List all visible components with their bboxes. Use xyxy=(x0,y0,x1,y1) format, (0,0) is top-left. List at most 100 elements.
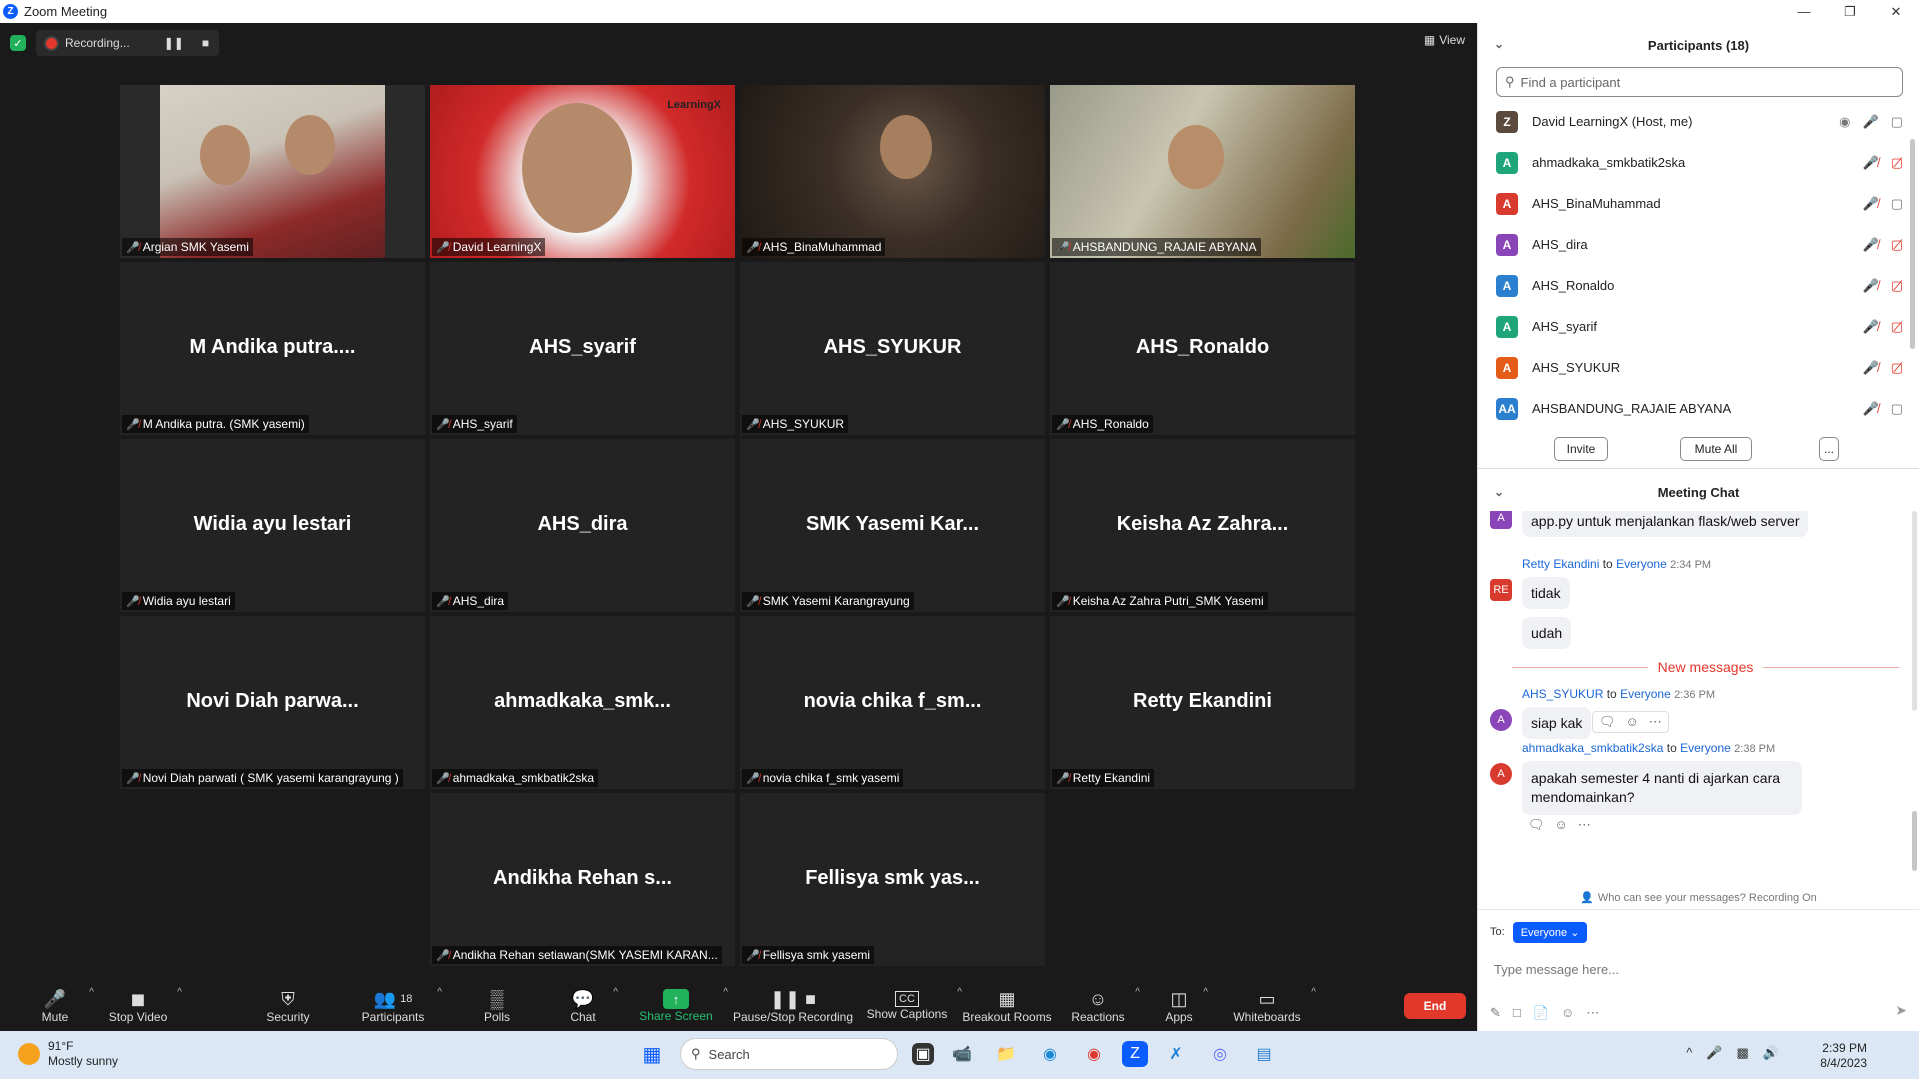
mic-muted-icon[interactable]: 🎤̸ xyxy=(1863,278,1879,294)
video-tile[interactable]: 🎤̸ Argian SMK Yasemi xyxy=(120,85,425,258)
share-screen-button[interactable]: ↑ Share Screen ^ xyxy=(638,981,728,1031)
mute-options-caret-icon[interactable]: ^ xyxy=(89,987,94,998)
maximize-icon[interactable]: ❐ xyxy=(1827,0,1873,23)
message-target[interactable]: Everyone xyxy=(1620,687,1671,701)
participant-row[interactable]: Z David LearningX (Host, me) ◉ 🎤 ▢ xyxy=(1496,101,1909,142)
network-icon[interactable]: ▩ xyxy=(1737,1045,1749,1061)
video-tile[interactable]: Novi Diah parwa... 🎤̸ Novi Diah parwati ( … xyxy=(120,616,425,789)
participant-row[interactable]: Aahmadkaka_smkbatik2ska 🎤̸ ▢̸ xyxy=(1496,142,1909,183)
share-options-caret-icon[interactable]: ^ xyxy=(723,987,728,998)
reactions-button[interactable]: ☺ Reactions ^ xyxy=(1070,981,1140,1031)
polls-button[interactable]: ▒ Polls xyxy=(476,981,518,1031)
video-tile[interactable]: SMK Yasemi Kar... 🎤̸ SMK Yasemi Karangrayu… xyxy=(740,439,1045,612)
view-button[interactable]: ▦ View xyxy=(1424,33,1465,47)
participant-search-input[interactable]: ⚲ Find a participant xyxy=(1496,67,1903,97)
video-tile[interactable]: AHS_Ronaldo 🎤̸ AHS_Ronaldo xyxy=(1050,262,1355,435)
participant-row[interactable]: A AHS_BinaMuhammad 🎤̸ ▢ xyxy=(1496,183,1909,224)
message-target[interactable]: Everyone xyxy=(1616,557,1667,571)
emoji-icon[interactable]: ☺ xyxy=(1626,714,1639,730)
video-off-icon[interactable]: ▢̸ xyxy=(1891,237,1903,253)
video-tile[interactable]: AHS_SYUKUR 🎤̸ AHS_SYUKUR xyxy=(740,262,1045,435)
invite-button[interactable]: Invite xyxy=(1554,436,1608,461)
microphone-icon[interactable]: 🎤 xyxy=(1863,114,1879,130)
video-tile[interactable]: ahmadkaka_smk... 🎤̸ ahmadkaka_smkbatik2ska xyxy=(430,616,735,789)
vscode-icon[interactable]: ✗ xyxy=(1160,1038,1192,1070)
mic-muted-icon[interactable]: 🎤̸ xyxy=(1863,237,1879,253)
mic-muted-icon[interactable]: 🎤̸ xyxy=(1863,360,1879,376)
participants-options-caret-icon[interactable]: ^ xyxy=(437,987,442,998)
video-tile[interactable]: Fellisya smk yas... 🎤̸ Fellisya smk yasemi xyxy=(740,793,1045,966)
stop-video-button[interactable]: ◼ Stop Video ^ xyxy=(108,981,182,1031)
reply-icon[interactable]: 🗨 xyxy=(1599,714,1616,730)
whiteboards-options-caret-icon[interactable]: ^ xyxy=(1311,987,1316,998)
video-off-icon[interactable]: ▢̸ xyxy=(1891,319,1903,335)
more-icon[interactable]: ⋯ xyxy=(1578,817,1591,833)
pause-stop-recording-button[interactable]: ❚❚ ■ Pause/Stop Recording xyxy=(732,981,854,1031)
video-tile[interactable]: M Andika putra.... 🎤̸ M Andika putra. (SMK… xyxy=(120,262,425,435)
participant-row[interactable]: A AHS_dira 🎤̸ ▢̸ xyxy=(1496,224,1909,265)
message-target[interactable]: Everyone xyxy=(1680,741,1731,755)
mic-muted-icon[interactable]: 🎤̸ xyxy=(1863,319,1879,335)
video-options-caret-icon[interactable]: ^ xyxy=(177,987,182,998)
participant-row[interactable]: A AHS_Ronaldo 🎤̸ ▢̸ xyxy=(1496,265,1909,306)
zoom-app-icon[interactable]: Z xyxy=(1122,1041,1148,1067)
volume-icon[interactable]: 🔊 xyxy=(1763,1045,1779,1061)
video-tile[interactable]: LearningX 🎤̸ David LearningX xyxy=(430,85,735,258)
participant-row[interactable]: A AHS_SYUKUR 🎤̸ ▢̸ xyxy=(1496,347,1909,388)
encryption-shield-icon[interactable]: ✓ xyxy=(10,35,26,51)
whiteboards-button[interactable]: ▭ Whiteboards ^ xyxy=(1232,981,1316,1031)
end-meeting-button[interactable]: End xyxy=(1404,993,1466,1019)
recipient-dropdown[interactable]: Everyone ⌄ xyxy=(1512,921,1588,943)
security-button[interactable]: ⛨ Security xyxy=(262,981,314,1031)
video-tile[interactable]: AHS_dira 🎤̸ AHS_dira xyxy=(430,439,735,612)
mic-muted-icon[interactable]: 🎤̸ xyxy=(1863,401,1879,417)
video-tile[interactable]: novia chika f_sm... 🎤̸ novia chika f_smk y… xyxy=(740,616,1045,789)
participants-button[interactable]: 👥 18 Participants ^ xyxy=(358,981,442,1031)
edge-browser-icon[interactable]: ◉ xyxy=(1034,1038,1066,1070)
video-off-icon[interactable]: ▢̸ xyxy=(1891,155,1903,171)
discord-icon[interactable]: ◎ xyxy=(1204,1038,1236,1070)
show-captions-button[interactable]: CC Show Captions ^ xyxy=(866,981,962,1031)
breakout-rooms-button[interactable]: ▦ Breakout Rooms xyxy=(962,981,1052,1031)
show-hidden-icons-icon[interactable]: ^ xyxy=(1686,1045,1692,1061)
send-icon[interactable]: ➤ xyxy=(1895,1002,1907,1019)
participants-scrollbar[interactable] xyxy=(1910,139,1915,349)
mic-muted-icon[interactable]: 🎤̸ xyxy=(1863,155,1879,171)
mute-button[interactable]: 🎤 Mute ^ xyxy=(30,981,94,1031)
reply-icon[interactable]: 🗨 xyxy=(1528,817,1545,833)
teams-chat-icon[interactable]: 📹 xyxy=(946,1038,978,1070)
who-can-see-link[interactable]: 👤 Who can see your messages? Recording O… xyxy=(1478,886,1919,910)
minimize-icon[interactable]: — xyxy=(1781,0,1827,23)
video-tile[interactable]: 🎤̸ AHSBANDUNG_RAJAIE ABYANA xyxy=(1050,85,1355,258)
stop-recording-icon[interactable]: ■ xyxy=(202,36,209,50)
file-icon[interactable]: 📄 xyxy=(1533,1005,1549,1021)
reactions-options-caret-icon[interactable]: ^ xyxy=(1135,987,1140,998)
participant-row[interactable]: AA AHSBANDUNG_RAJAIE ABYANA 🎤̸ ▢ xyxy=(1496,388,1909,429)
video-tile[interactable]: 🎤̸ AHS_BinaMuhammad xyxy=(740,85,1045,258)
video-tile[interactable]: Andikha Rehan s... 🎤̸ Andikha Rehan setiaw… xyxy=(430,793,735,966)
task-view-icon[interactable]: ▣ xyxy=(912,1043,934,1065)
apps-options-caret-icon[interactable]: ^ xyxy=(1203,987,1208,998)
more-tools-icon[interactable]: ⋯ xyxy=(1586,1005,1599,1021)
chrome-browser-icon[interactable]: ◉ xyxy=(1078,1038,1110,1070)
format-text-icon[interactable]: ✎ xyxy=(1490,1005,1501,1021)
notepad-icon[interactable]: ▤ xyxy=(1248,1038,1280,1070)
video-camera-icon[interactable]: ▢ xyxy=(1891,401,1903,417)
more-options-button[interactable]: ... xyxy=(1819,436,1839,461)
emoji-icon[interactable]: ☺ xyxy=(1555,817,1568,833)
mute-all-button[interactable]: Mute All xyxy=(1680,436,1752,461)
emoji-picker-icon[interactable]: ☺ xyxy=(1561,1005,1574,1021)
taskbar-clock[interactable]: 2:39 PM 8/4/2023 xyxy=(1820,1041,1867,1071)
chat-input[interactable]: Type message here... xyxy=(1478,954,1919,984)
chat-collapse-chevron-icon[interactable]: ⌄ xyxy=(1494,485,1504,499)
participant-row[interactable]: A AHS_syarif 🎤̸ ▢̸ xyxy=(1496,306,1909,347)
mic-muted-icon[interactable]: 🎤̸ xyxy=(1863,196,1879,212)
video-off-icon[interactable]: ▢̸ xyxy=(1891,360,1903,376)
chat-options-caret-icon[interactable]: ^ xyxy=(613,987,618,998)
video-tile[interactable]: Keisha Az Zahra... 🎤̸ Keisha Az Zahra Putr… xyxy=(1050,439,1355,612)
video-camera-icon[interactable]: ▢ xyxy=(1891,196,1903,212)
chat-scrollbar[interactable] xyxy=(1912,811,1917,871)
close-icon[interactable]: ✕ xyxy=(1873,0,1919,23)
video-off-icon[interactable]: ▢̸ xyxy=(1891,278,1903,294)
mic-tray-icon[interactable]: 🎤 xyxy=(1706,1045,1722,1061)
